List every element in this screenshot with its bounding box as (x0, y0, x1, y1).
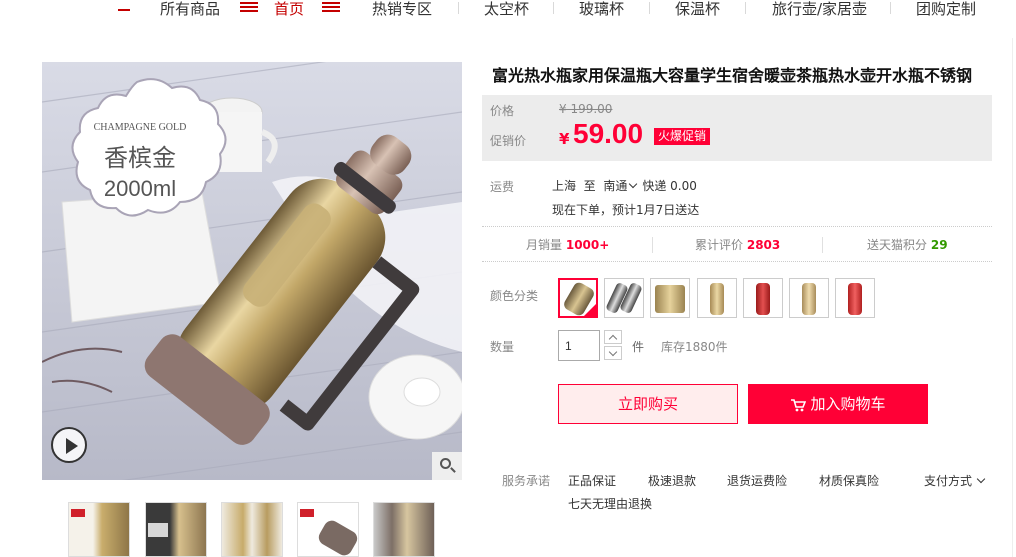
tmall-points-value: 29 (930, 238, 948, 252)
ship-method: 快递 0.00 (642, 179, 697, 193)
service-item[interactable]: 材质保真险 (819, 472, 879, 489)
service-item[interactable]: 七天无理由退换 (568, 495, 652, 512)
nav-divider (458, 2, 459, 14)
service-label: 服务承诺 (502, 474, 551, 488)
thumbnail[interactable] (373, 502, 435, 557)
nav-hot-sales[interactable]: 热销专区 (372, 0, 432, 19)
nav-divider (890, 2, 891, 14)
menu-icon (322, 2, 340, 13)
buy-now-button[interactable]: 立即购买 (558, 384, 738, 424)
total-reviews-label: 累计评价 (695, 238, 744, 252)
menu-icon (240, 2, 258, 13)
promo-price-label: 促销价 (490, 134, 527, 148)
quantity-input[interactable] (558, 330, 600, 361)
svg-text:香槟金: 香槟金 (104, 144, 176, 172)
top-nav: 所有商品 首页 热销专区 太空杯 玻璃杯 保温杯 旅行壶/家居壶 团购定制 (0, 0, 1016, 20)
service-item[interactable]: 正品保证 (568, 472, 616, 489)
monthly-sales-label: 月销量 (526, 238, 563, 252)
chevron-down-icon (976, 474, 986, 484)
ship-from: 上海 (552, 179, 577, 193)
color-swatch[interactable] (697, 278, 737, 318)
promo-price: 59.00 (573, 118, 644, 149)
product-photo: CHAMPAGNE GOLD 香槟金 2000ml (42, 62, 462, 480)
currency-symbol: ¥ (559, 130, 570, 148)
nav-all-products[interactable]: 所有商品 (160, 0, 220, 19)
quantity-unit: 件 (632, 340, 645, 354)
color-swatch[interactable] (835, 278, 875, 318)
stats-divider (822, 237, 823, 253)
total-reviews[interactable]: 累计评价 2803 (695, 236, 780, 253)
color-swatch[interactable] (650, 278, 690, 318)
selected-check-icon (584, 304, 596, 316)
total-reviews-value: 2803 (746, 238, 781, 252)
chevron-down-icon (608, 347, 618, 357)
ship-to-city: 南通 (603, 179, 628, 193)
payment-methods-dropdown[interactable]: 支付方式 (924, 472, 990, 489)
thumbnail[interactable] (68, 502, 130, 557)
quantity-increase-button[interactable] (604, 330, 622, 344)
main-product-image[interactable]: CHAMPAGNE GOLD 香槟金 2000ml (42, 62, 462, 480)
play-video-icon[interactable] (51, 427, 87, 463)
stats-bar: 月销量 1000+ 累计评价 2803 送天猫积分 29 (482, 226, 992, 262)
nav-home[interactable]: 首页 (274, 0, 304, 19)
svg-text:2000ml: 2000ml (104, 176, 176, 201)
page-edge-line (1012, 38, 1013, 557)
monthly-sales-value: 1000+ (565, 238, 610, 252)
nav-glass-cup[interactable]: 玻璃杯 (579, 0, 624, 19)
nav-divider (649, 2, 650, 14)
quantity-decrease-button[interactable] (604, 346, 622, 360)
shipping-route: 上海 至 南通 快递 0.00 (552, 177, 697, 194)
color-swatch[interactable] (604, 278, 644, 318)
color-swatch[interactable] (789, 278, 829, 318)
add-to-cart-button[interactable]: 加入购物车 (748, 384, 928, 424)
shipping-label: 运费 (490, 180, 515, 194)
price-label: 价格 (490, 104, 515, 118)
color-swatch-selected[interactable] (558, 278, 598, 318)
add-to-cart-label: 加入购物车 (810, 395, 886, 413)
product-title: 富光热水瓶家用保温瓶大容量学生宿舍暖壶茶瓶热水壶开水瓶不锈钢 (492, 66, 973, 85)
ship-to-select[interactable]: 南通 (603, 179, 642, 193)
original-price: ¥ 199.00 (559, 102, 613, 116)
service-item[interactable]: 退货运费险 (727, 472, 787, 489)
quantity-label: 数量 (490, 340, 515, 354)
svg-text:CHAMPAGNE GOLD: CHAMPAGNE GOLD (94, 122, 187, 133)
nav-travel-pot[interactable]: 旅行壶/家居壶 (772, 0, 867, 19)
thumbnail[interactable] (297, 502, 359, 557)
nav-space-cup[interactable]: 太空杯 (484, 0, 529, 19)
nav-divider (553, 2, 554, 14)
thumbnail[interactable] (221, 502, 283, 557)
nav-group-buy[interactable]: 团购定制 (916, 0, 976, 19)
monthly-sales: 月销量 1000+ (526, 236, 609, 253)
color-label: 颜色分类 (490, 289, 539, 303)
payment-methods-label: 支付方式 (924, 474, 973, 488)
stock-count: 库存1880件 (661, 340, 728, 354)
service-item[interactable]: 极速退款 (648, 472, 696, 489)
thumbnail-strip (42, 502, 462, 557)
nav-divider (745, 2, 746, 14)
thumbnail[interactable] (145, 502, 207, 557)
chevron-down-icon (629, 179, 638, 189)
nav-thermos-cup[interactable]: 保温杯 (675, 0, 720, 19)
tmall-points: 送天猫积分 29 (867, 236, 948, 253)
ship-to-word: 至 (583, 179, 596, 193)
stats-divider (652, 237, 653, 253)
chevron-up-icon (608, 334, 618, 344)
delivery-estimate: 现在下单，预计1月7日送达 (552, 203, 700, 217)
color-swatch[interactable] (743, 278, 783, 318)
zoom-icon[interactable] (432, 452, 462, 480)
nav-dash-mark (118, 9, 130, 11)
promo-tag: 火爆促销 (654, 128, 711, 145)
cart-icon (791, 398, 807, 411)
tmall-points-label: 送天猫积分 (867, 238, 928, 252)
